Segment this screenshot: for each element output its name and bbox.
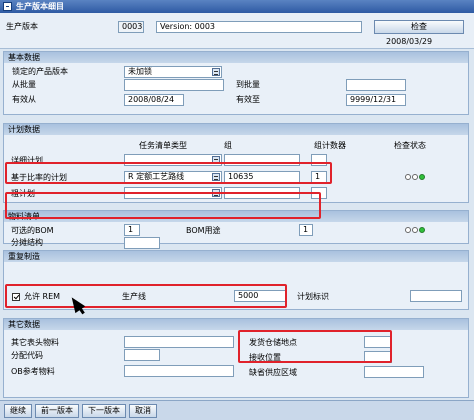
detailed-planning-counter-input[interactable]: [311, 154, 327, 166]
basic-data-title: 基本数据: [4, 52, 468, 63]
other-header-material-label: 其它表头物料: [11, 338, 59, 347]
bom-data-title: 物料清单: [4, 211, 468, 222]
status-light-off: [405, 174, 411, 180]
distribution-key-label: 分配代码: [11, 351, 43, 360]
version-text-field[interactable]: Version: 0003: [156, 21, 362, 33]
planning-data-group: 计划数据 任务清单类型 组 组计数器 检查状态 详细计划 基于比率的计划 R 定…: [3, 123, 469, 203]
col-tasklist-type: 任务清单类型: [139, 141, 187, 150]
other-data-group: 其它数据 其它表头物料 分配代码 OB参考物料 发货仓储地点 接收位置 缺省供应…: [3, 318, 469, 398]
alternative-bom-label: 可选的BOM: [11, 226, 54, 235]
default-supply-area-label: 缺省供应区域: [249, 368, 297, 377]
repetitive-mfg-title: 重复制造: [4, 251, 468, 262]
allow-rem-checkbox[interactable]: [12, 293, 20, 301]
rate-based-group-input[interactable]: 10635: [224, 171, 300, 183]
detailed-planning-group-input[interactable]: [224, 154, 300, 166]
apportionment-label: 分摊结构: [11, 238, 43, 247]
apportionment-input[interactable]: [124, 237, 160, 249]
to-lot-label: 到批量: [236, 80, 260, 89]
locked-version-value: 未加锁: [128, 67, 152, 76]
dropdown-icon[interactable]: [212, 189, 220, 197]
from-lot-label: 从批量: [12, 80, 36, 89]
ob-ref-material-label: OB参考物料: [11, 367, 55, 376]
bom-usage-input[interactable]: 1: [299, 224, 313, 236]
planning-id-input[interactable]: [410, 290, 462, 302]
window-title-bar: 生产版本细目: [0, 0, 474, 13]
status-light-off: [412, 227, 418, 233]
header-date: 2008/03/29: [386, 37, 433, 46]
dropdown-icon[interactable]: [212, 68, 220, 76]
window-icon: [3, 2, 12, 11]
ob-ref-material-input[interactable]: [124, 365, 234, 377]
next-version-button[interactable]: 下一版本: [82, 404, 126, 418]
dropdown-icon[interactable]: [212, 156, 220, 164]
rough-cut-planning-label: 粗计划: [11, 189, 35, 198]
distribution-key-input[interactable]: [124, 349, 160, 361]
allow-rem-label: 允许 REM: [24, 292, 61, 301]
bom-usage-label: BOM用途: [186, 226, 221, 235]
alternative-bom-input[interactable]: 1: [124, 224, 140, 236]
status-light-green: [419, 174, 425, 180]
footer-bar: 继续 前一版本 下一版本 取消: [0, 400, 474, 420]
col-group: 组: [224, 141, 232, 150]
receiving-storage-label: 接收位置: [249, 353, 281, 362]
issue-storage-input[interactable]: [364, 336, 392, 348]
production-line-input[interactable]: 5000: [234, 290, 286, 302]
valid-from-input[interactable]: 2008/08/24: [124, 94, 184, 106]
check-button[interactable]: 检查: [374, 20, 464, 34]
status-traffic-light-icon: [405, 174, 427, 181]
other-data-title: 其它数据: [4, 319, 468, 330]
rate-based-type-value: R 定额工艺路线: [128, 172, 185, 181]
issue-storage-label: 发货仓储地点: [249, 338, 297, 347]
production-version-number: 0003: [118, 21, 144, 33]
previous-version-button[interactable]: 前一版本: [35, 404, 79, 418]
production-version-label: 生产版本: [6, 22, 38, 31]
status-light-off: [405, 227, 411, 233]
rate-based-type-select[interactable]: R 定额工艺路线: [124, 171, 222, 183]
col-check-status: 检查状态: [394, 141, 426, 150]
planning-data-title: 计划数据: [4, 124, 468, 135]
default-supply-area-input[interactable]: [364, 366, 424, 378]
col-group-counter: 组计数器: [314, 141, 346, 150]
production-line-label: 生产线: [122, 292, 146, 301]
cancel-button[interactable]: 取消: [129, 404, 157, 418]
planning-id-label: 计划标识: [297, 292, 329, 301]
from-lot-input[interactable]: [124, 79, 224, 91]
detailed-planning-label: 详细计划: [11, 156, 43, 165]
valid-to-label: 有效至: [236, 95, 260, 104]
rough-cut-counter-input[interactable]: [311, 187, 327, 199]
bom-data-group: 物料清单 可选的BOM 1 BOM用途 1 分摊结构: [3, 210, 469, 249]
window-title: 生产版本细目: [16, 2, 64, 11]
other-header-material-input[interactable]: [124, 336, 234, 348]
rough-cut-type-select[interactable]: [124, 187, 222, 199]
basic-data-group: 基本数据 锁定的产品版本 未加锁 从批量 到批量 有效从 2008/08/24 …: [3, 51, 469, 115]
locked-version-label: 锁定的产品版本: [12, 67, 68, 76]
rough-cut-group-input[interactable]: [224, 187, 300, 199]
status-light-off: [412, 174, 418, 180]
rate-based-planning-label: 基于比率的计划: [11, 173, 67, 182]
header-area: 生产版本 0003 Version: 0003 检查 2008/03/29: [0, 13, 474, 49]
bom-status-traffic-light-icon: [405, 227, 427, 234]
to-lot-input[interactable]: [346, 79, 406, 91]
dropdown-icon[interactable]: [212, 173, 220, 181]
continue-button[interactable]: 继续: [4, 404, 32, 418]
rate-based-counter-input[interactable]: 1: [311, 171, 327, 183]
receiving-storage-input[interactable]: [364, 351, 392, 363]
detailed-planning-type-select[interactable]: [124, 154, 222, 166]
valid-from-label: 有效从: [12, 95, 36, 104]
status-light-green: [419, 227, 425, 233]
valid-to-input[interactable]: 9999/12/31: [346, 94, 406, 106]
locked-version-select[interactable]: 未加锁: [124, 66, 222, 78]
